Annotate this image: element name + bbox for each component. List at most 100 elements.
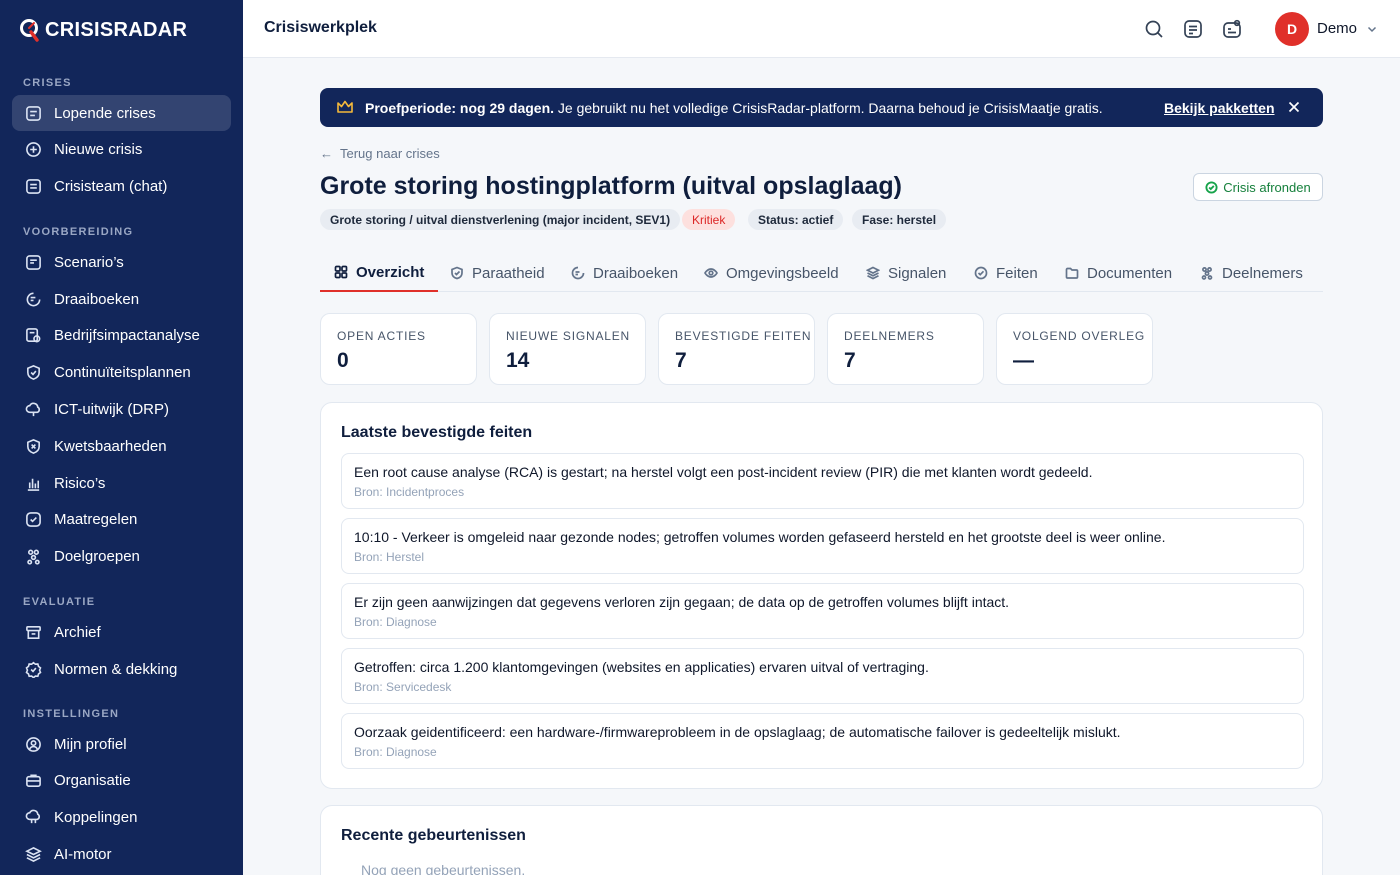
brand-logo[interactable]: CRISISRADAR <box>19 16 187 44</box>
fact-text: Getroffen: circa 1.200 klantomgevingen (… <box>354 659 929 675</box>
sidebar-item-lopende-crises[interactable]: Lopende crises <box>12 95 231 131</box>
sidebar-item-normen-dekking[interactable]: Normen & dekking <box>12 651 231 687</box>
fact-source: Bron: Servicedesk <box>354 680 452 694</box>
sidebar-item-kwetsbaarheden[interactable]: Kwetsbaarheden <box>12 428 231 464</box>
crown-icon <box>336 99 354 115</box>
notes-icon[interactable] <box>1183 19 1203 39</box>
sidebar-item-scenarios[interactable]: Scenario’s <box>12 244 231 280</box>
sidebar-item-label: ICT-uitwijk (DRP) <box>54 400 169 418</box>
search-icon[interactable] <box>1144 19 1164 39</box>
sidebar-item-nieuwe-crisis[interactable]: Nieuwe crisis <box>12 131 231 167</box>
check-circle-icon <box>1205 180 1218 194</box>
chevron-down-icon[interactable] <box>1366 22 1378 34</box>
section-label-voorbereiding: VOORBEREIDING <box>23 226 134 238</box>
sidebar-item-label: Organisatie <box>54 771 131 789</box>
sidebar-item-label: Normen & dekking <box>54 660 178 678</box>
fact-item[interactable]: Een root cause analyse (RCA) is gestart;… <box>341 453 1304 509</box>
sidebar-item-label: Archief <box>54 623 101 641</box>
tab-label: Feiten <box>996 264 1038 282</box>
chat-icon <box>24 177 42 195</box>
sidebar-item-crisisteam-chat[interactable]: Crisisteam (chat) <box>12 168 231 204</box>
sidebar-item-label: Kwetsbaarheden <box>54 437 167 455</box>
stat-new-signals: NIEUWE SIGNALEN 14 <box>489 313 646 385</box>
cloud-icon <box>24 400 42 418</box>
sidebar-item-label: Mijn profiel <box>54 735 127 753</box>
sidebar-item-maatregelen[interactable]: Maatregelen <box>12 501 231 537</box>
tab-omgevingsbeeld[interactable]: Omgevingsbeeld <box>704 254 839 292</box>
fact-text: Oorzaak geidentificeerd: een hardware-/f… <box>354 724 1121 740</box>
tab-documenten[interactable]: Documenten <box>1065 254 1172 292</box>
sidebar-item-continuiteitsplannen[interactable]: Continuïteitsplannen <box>12 354 231 390</box>
sidebar-item-risicos[interactable]: Risico’s <box>12 465 231 501</box>
fact-text: 10:10 - Verkeer is omgeleid naar gezonde… <box>354 529 1166 545</box>
back-link-label: Terug naar crises <box>340 146 440 161</box>
back-link[interactable]: ← Terug naar crises <box>320 146 440 161</box>
topbar: Crisiswerkplek D Demo <box>243 0 1400 58</box>
fact-source: Bron: Incidentproces <box>354 485 465 499</box>
stat-label: VOLGEND OVERLEG <box>1013 329 1146 343</box>
crisis-tabs: Overzicht Paraatheid Draaiboeken Omgevin… <box>320 254 1323 292</box>
sidebar-item-label: Lopende crises <box>54 104 156 122</box>
sidebar-item-doelgroepen[interactable]: Doelgroepen <box>12 538 231 574</box>
events-panel: Recente gebeurtenissen Nog geen gebeurte… <box>320 805 1323 875</box>
fact-item[interactable]: Er zijn geen aanwijzingen dat gegevens v… <box>341 583 1304 639</box>
section-label-crises: CRISES <box>23 77 72 89</box>
badge-check-icon <box>24 660 42 678</box>
fact-item[interactable]: Oorzaak geidentificeerd: een hardware-/f… <box>341 713 1304 769</box>
book-icon <box>571 266 585 280</box>
sidebar-item-ict-uitwijk[interactable]: ICT-uitwijk (DRP) <box>12 391 231 427</box>
tab-signalen[interactable]: Signalen <box>866 254 946 292</box>
sidebar-item-label: Continuïteitsplannen <box>54 363 191 381</box>
close-icon[interactable] <box>1286 99 1302 115</box>
sidebar-item-archief[interactable]: Archief <box>12 614 231 650</box>
facts-panel-title: Laatste bevestigde feiten <box>341 424 533 441</box>
stat-label: BEVESTIGDE FEITEN <box>675 329 812 343</box>
sidebar-item-label: Crisisteam (chat) <box>54 177 168 195</box>
fact-item[interactable]: Getroffen: circa 1.200 klantomgevingen (… <box>341 648 1304 704</box>
stat-label: NIEUWE SIGNALEN <box>506 329 631 343</box>
tab-label: Documenten <box>1087 264 1173 282</box>
shield-icon <box>24 363 42 381</box>
stat-value: 7 <box>844 349 856 372</box>
tab-deelnemers[interactable]: Deelnemers <box>1200 254 1303 292</box>
users-icon <box>1201 267 1213 280</box>
severity-badge: Kritiek <box>682 209 736 230</box>
sidebar-item-ai-motor[interactable]: AI-motor <box>12 836 231 872</box>
stat-value: 7 <box>675 349 687 372</box>
chat-bot-icon[interactable] <box>1222 19 1242 39</box>
view-packages-link[interactable]: Bekijk pakketten <box>1164 100 1275 116</box>
events-panel-title: Recente gebeurtenissen <box>341 827 526 844</box>
fact-source: Bron: Herstel <box>354 550 425 564</box>
plug-icon <box>24 808 42 826</box>
sidebar: CRISISRADAR CRISES Lopende crises Nieuwe… <box>0 0 243 875</box>
section-label-evaluatie: EVALUATIE <box>23 596 96 608</box>
tab-overzicht[interactable]: Overzicht <box>320 254 439 292</box>
events-empty-text: Nog geen gebeurtenissen. <box>361 862 526 875</box>
stat-open-actions: OPEN ACTIES 0 <box>320 313 477 385</box>
sidebar-item-bedrijfsimpactanalyse[interactable]: Bedrijfsimpactanalyse <box>12 317 231 353</box>
crisis-title: Grote storing hostingplatform (uitval op… <box>320 172 902 200</box>
tab-paraatheid[interactable]: Paraatheid <box>450 254 545 292</box>
user-name[interactable]: Demo <box>1317 20 1357 37</box>
sidebar-item-mijn-profiel[interactable]: Mijn profiel <box>12 726 231 762</box>
eye-icon <box>704 268 718 278</box>
fact-item[interactable]: 10:10 - Verkeer is omgeleid naar gezonde… <box>341 518 1304 574</box>
tab-feiten[interactable]: Feiten <box>974 254 1038 292</box>
fact-text: Er zijn geen aanwijzingen dat gegevens v… <box>354 594 1010 610</box>
finish-crisis-button[interactable]: Crisis afronden <box>1193 173 1323 201</box>
stat-next-meeting: VOLGEND OVERLEG — <box>996 313 1153 385</box>
sidebar-item-draaiboeken[interactable]: Draaiboeken <box>12 281 231 317</box>
shield-x-icon <box>24 437 42 455</box>
stat-value: 14 <box>506 349 530 372</box>
sidebar-item-koppelingen[interactable]: Koppelingen <box>12 799 231 835</box>
sidebar-item-organisatie[interactable]: Organisatie <box>12 762 231 798</box>
avatar[interactable]: D <box>1275 12 1309 46</box>
section-label-instellingen: INSTELLINGEN <box>23 708 120 720</box>
stat-value: 0 <box>337 349 349 372</box>
finish-crisis-label: Crisis afronden <box>1223 179 1311 195</box>
sidebar-item-label: AI-motor <box>54 845 112 863</box>
page-title: Crisiswerkplek <box>264 19 377 36</box>
layers-icon <box>866 266 880 280</box>
tab-draaiboeken[interactable]: Draaiboeken <box>571 254 678 292</box>
folder-icon <box>1065 267 1079 279</box>
